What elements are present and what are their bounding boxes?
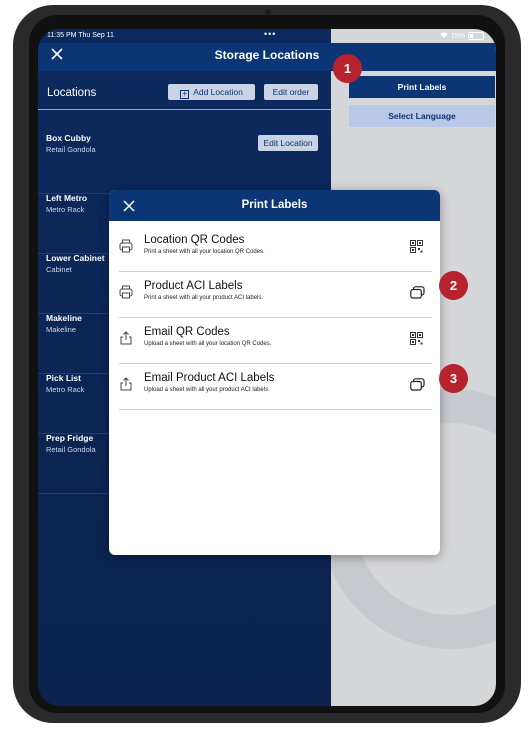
location-name: Makeline	[46, 313, 82, 323]
edit-location-button[interactable]: Edit Location	[258, 135, 318, 151]
option-title: Email QR Codes	[144, 326, 230, 338]
front-camera	[265, 9, 271, 15]
screen: 11:35 PM Thu Sep 11 ••• 15% Storage Loca…	[38, 29, 496, 706]
plus-box-icon: +	[180, 90, 190, 99]
labels-icon	[410, 286, 425, 300]
option-description: Print a sheet with all your location QR …	[144, 249, 265, 255]
printer-icon	[119, 285, 133, 299]
option-email-qr-codes[interactable]: Email QR Codes Upload a sheet with all y…	[119, 317, 432, 364]
locations-label: Locations	[47, 87, 97, 99]
option-description: Print a sheet with all your product ACI …	[144, 295, 264, 301]
option-location-qr-codes[interactable]: Location QR Codes Print a sheet with all…	[119, 225, 432, 272]
battery-percent: 15%	[450, 32, 465, 40]
option-description: Upload a sheet with all your location QR…	[144, 341, 272, 347]
multitask-dots[interactable]: •••	[264, 29, 276, 39]
option-title: Email Product ACI Labels	[144, 372, 275, 384]
status-battery: 15%	[439, 32, 484, 40]
option-title: Product ACI Labels	[144, 280, 243, 292]
location-name: Pick List	[46, 373, 81, 383]
option-email-product-aci-labels[interactable]: Email Product ACI Labels Upload a sheet …	[119, 363, 432, 410]
status-time: 11:35 PM Thu Sep 11	[47, 32, 114, 39]
step-marker-2: 2	[439, 271, 468, 300]
add-location-label: Add Location	[193, 87, 243, 97]
step-marker-1: 1	[333, 54, 362, 83]
share-icon	[119, 377, 133, 391]
page-title: Storage Locations	[214, 48, 320, 62]
option-product-aci-labels[interactable]: Product ACI Labels Print a sheet with al…	[119, 271, 432, 318]
location-name: Left Metro	[46, 193, 88, 203]
labels-icon	[410, 378, 425, 392]
edit-order-button[interactable]: Edit order	[264, 84, 318, 100]
location-name: Prep Fridge	[46, 433, 94, 443]
print-labels-modal: Print Labels Location QR Codes Print a s…	[109, 190, 440, 555]
location-type: Metro Rack	[46, 385, 85, 394]
share-icon	[119, 331, 133, 345]
option-title: Location QR Codes	[144, 234, 245, 246]
location-name: Box Cubby	[46, 133, 91, 143]
print-labels-button[interactable]: Print Labels	[349, 76, 495, 98]
location-type: Makeline	[46, 325, 77, 334]
option-description: Upload a sheet with all your product ACI…	[144, 387, 270, 393]
location-type: Cabinet	[46, 265, 72, 274]
modal-header: Print Labels	[109, 190, 440, 221]
location-type: Retail Gondola	[46, 445, 96, 454]
qr-code-icon	[410, 240, 424, 254]
location-name: Lower Cabinet	[46, 253, 105, 263]
location-type: Retail Gondola	[46, 145, 96, 154]
step-marker-3: 3	[439, 364, 468, 393]
location-type: Metro Rack	[46, 205, 85, 214]
qr-code-icon	[410, 332, 424, 346]
printer-icon	[119, 239, 133, 253]
status-bar: 11:35 PM Thu Sep 11 ••• 15%	[38, 29, 496, 43]
battery-icon	[468, 32, 484, 40]
wifi-icon	[439, 32, 448, 40]
modal-title: Print Labels	[241, 199, 308, 211]
add-location-button[interactable]: + Add Location	[168, 84, 255, 100]
select-language-button[interactable]: Select Language	[349, 105, 495, 127]
